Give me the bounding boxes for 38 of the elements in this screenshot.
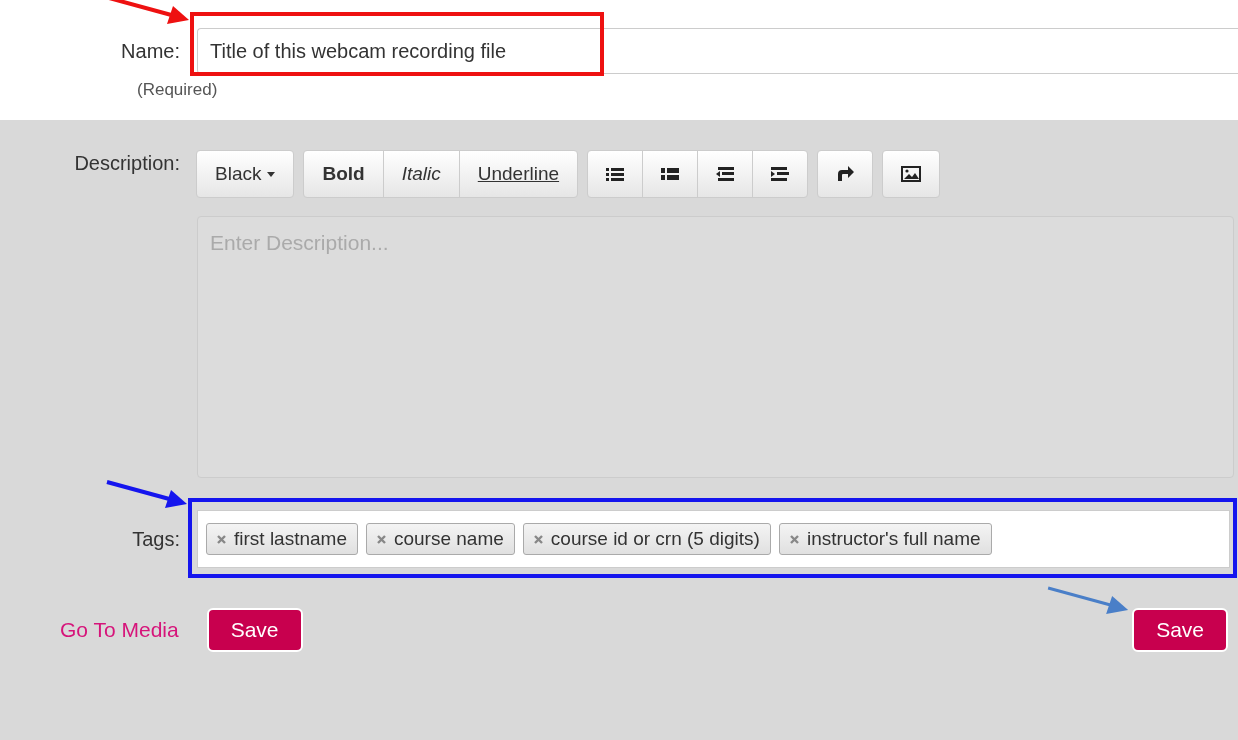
image-button[interactable] <box>882 150 941 198</box>
description-label: Description: <box>74 151 180 175</box>
outdent-button[interactable] <box>697 150 754 198</box>
tag-text: instructor's full name <box>806 528 981 550</box>
tag-text: course name <box>394 528 504 550</box>
tag-text: first lastname <box>234 528 347 550</box>
tag-chip[interactable]: first lastname <box>206 523 358 555</box>
indent-icon <box>771 167 790 181</box>
image-icon <box>901 166 922 182</box>
outdent-icon <box>716 167 735 181</box>
tags-field[interactable]: first lastname course name course id or crn (5 digits) instructor's full name <box>197 510 1230 568</box>
redo-button[interactable] <box>817 150 874 198</box>
go-to-media-link[interactable]: Go To Media <box>60 618 179 642</box>
bullet-list-icon <box>606 167 625 181</box>
underline-button[interactable]: Underline <box>458 150 579 198</box>
name-label: Name: <box>121 39 180 63</box>
bullet-list-button[interactable] <box>587 150 644 198</box>
color-dropdown[interactable]: Black <box>196 150 295 198</box>
save-button[interactable]: Save <box>1132 608 1228 652</box>
name-field[interactable]: Title of this webcam recording file <box>197 28 1238 74</box>
tag-chip[interactable]: course id or crn (5 digits) <box>522 523 771 555</box>
close-icon <box>789 534 799 544</box>
list-button[interactable] <box>642 150 699 198</box>
tag-chip[interactable]: course name <box>366 523 515 555</box>
bold-button[interactable]: Bold <box>303 150 384 198</box>
close-icon <box>377 534 386 544</box>
close-icon <box>217 534 226 544</box>
caret-icon <box>267 171 276 177</box>
close-icon <box>533 534 543 544</box>
tag-text: course id or crn (5 digits) <box>550 528 760 550</box>
save-button[interactable]: Save <box>206 608 303 652</box>
tag-chip[interactable]: instructor's full name <box>778 523 992 555</box>
indent-button[interactable] <box>752 150 809 198</box>
tags-label: Tags: <box>132 527 180 551</box>
redo-icon <box>836 166 855 182</box>
italic-button[interactable]: Italic <box>382 150 460 198</box>
list-icon <box>661 167 680 181</box>
required-hint: (Required) <box>137 80 218 100</box>
